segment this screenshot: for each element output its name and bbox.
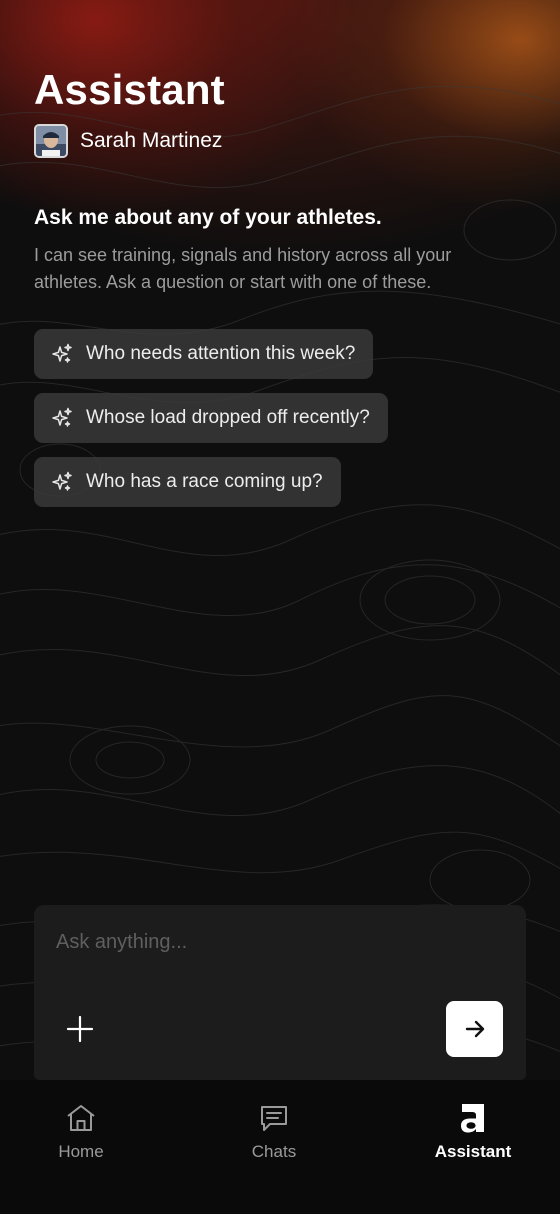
assistant-screen: Assistant Sarah Martinez Ask me about an… (0, 0, 560, 1214)
suggestion-chip-load[interactable]: Whose load dropped off recently? (34, 393, 388, 443)
tab-label: Chats (251, 1142, 297, 1161)
suggestion-chip-attention[interactable]: Who needs attention this week? (34, 329, 374, 379)
home-icon (67, 1105, 95, 1131)
message-input[interactable] (56, 927, 496, 957)
suggestion-label: Who has a race coming up? (86, 471, 323, 492)
chat-icon (261, 1106, 287, 1131)
tab-label: Assistant (434, 1142, 512, 1161)
sparkle-icon (52, 343, 72, 363)
intro-title: Ask me about any of your athletes. (34, 206, 382, 229)
suggestion-label: Who needs attention this week? (86, 343, 356, 364)
assistant-logo-icon (461, 1104, 484, 1133)
athlete-name: Sarah Martinez (80, 129, 223, 152)
send-button[interactable] (446, 1001, 503, 1057)
tab-chats[interactable]: Chats (204, 1080, 344, 1180)
athlete-selector[interactable]: Sarah Martinez (34, 124, 222, 158)
tab-label: Home (58, 1142, 104, 1161)
suggestion-chip-race[interactable]: Who has a race coming up? (34, 457, 341, 507)
page-title: Assistant (34, 66, 225, 113)
sparkle-icon (52, 407, 72, 427)
avatar (34, 124, 68, 158)
sparkle-icon (52, 471, 72, 491)
tab-assistant[interactable]: Assistant (403, 1080, 543, 1180)
message-composer (34, 905, 526, 1080)
bottom-tab-bar: Home Chats Assistant (0, 1080, 560, 1214)
plus-icon[interactable] (64, 1013, 96, 1045)
tab-home[interactable]: Home (11, 1080, 151, 1180)
arrow-right-icon (465, 1020, 484, 1038)
intro-description: I can see training, signals and history … (34, 245, 452, 292)
suggestion-label: Whose load dropped off recently? (86, 407, 370, 428)
